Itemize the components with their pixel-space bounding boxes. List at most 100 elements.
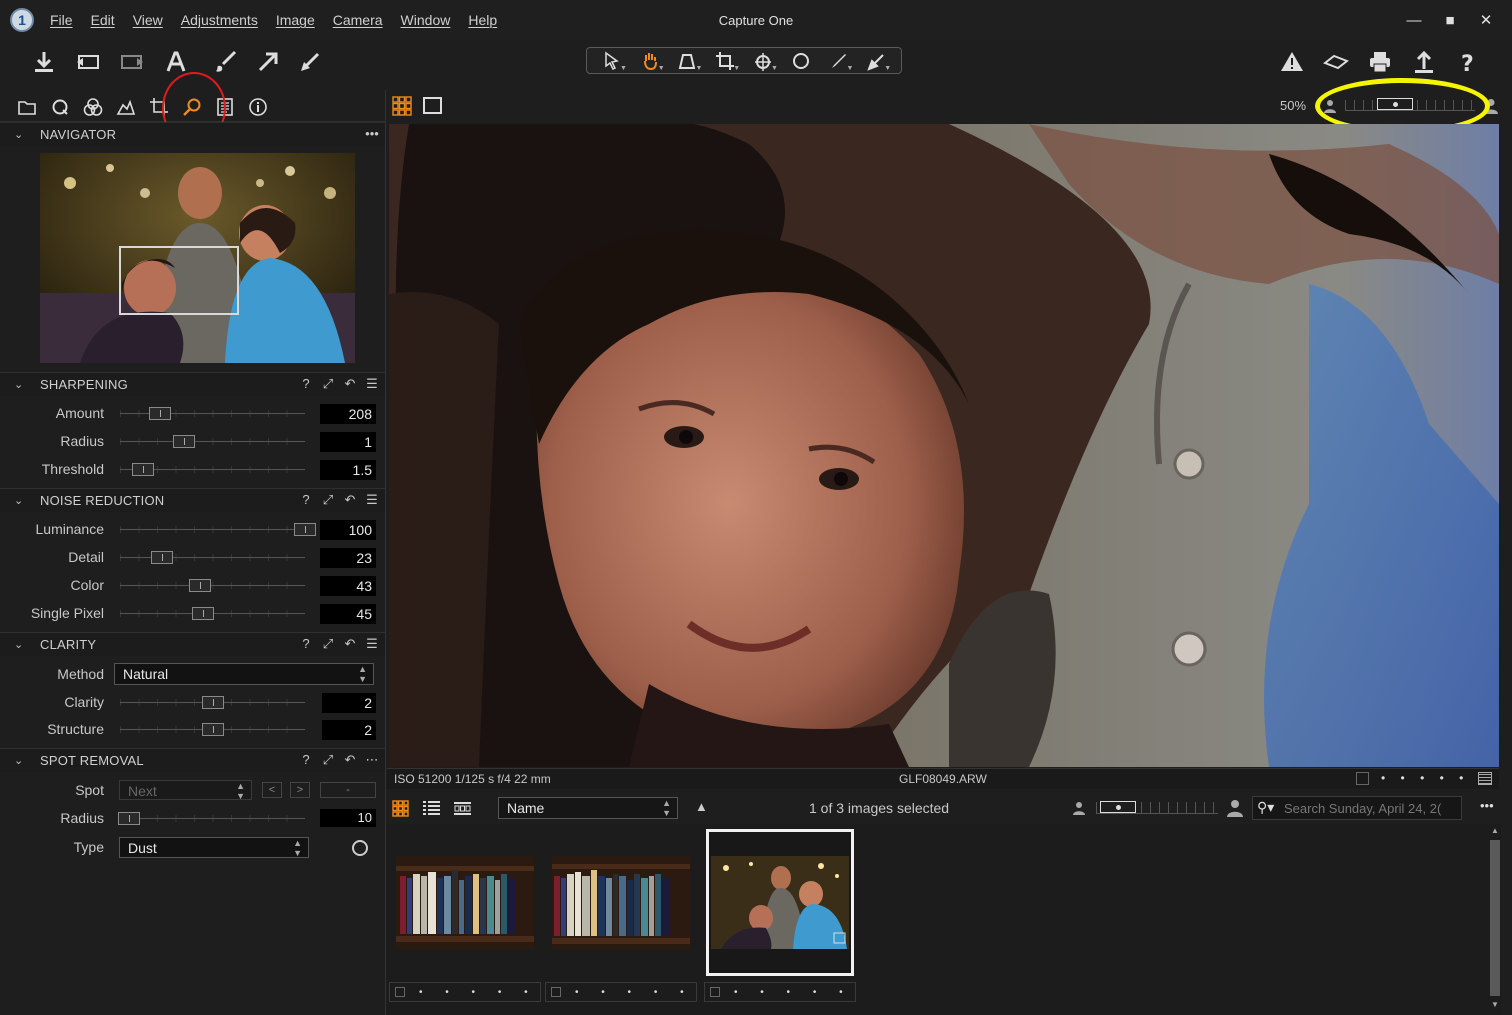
value-field[interactable]: 208 xyxy=(320,404,376,424)
sort-select[interactable]: Name ▲ ▼ xyxy=(498,797,678,819)
slider-knob[interactable] xyxy=(173,435,195,448)
slider-knob[interactable] xyxy=(132,463,154,476)
sort-direction-icon[interactable]: ▲ xyxy=(695,799,708,814)
expand-icon[interactable]: ⤢ xyxy=(321,752,335,768)
rating-dots[interactable]: • • • • • xyxy=(575,987,694,998)
thumbnail-checkbox[interactable] xyxy=(551,987,561,997)
slider-track[interactable] xyxy=(120,818,305,819)
reset-icon[interactable]: ↶ xyxy=(343,636,357,652)
menu-camera[interactable]: Camera xyxy=(333,12,383,28)
slider-track[interactable] xyxy=(120,585,305,586)
rating-dots[interactable]: • • • • • xyxy=(734,987,853,998)
slider-track[interactable] xyxy=(120,557,305,558)
slider-knob[interactable] xyxy=(149,407,171,420)
hand-pan-icon[interactable]: ▼ xyxy=(636,50,665,72)
image-viewer[interactable] xyxy=(389,124,1499,767)
slider-track[interactable] xyxy=(120,441,305,442)
spot-select[interactable]: Next ▲ ▼ xyxy=(119,780,252,801)
process-icon[interactable] xyxy=(116,46,148,78)
color-tag-checkbox[interactable] xyxy=(1356,772,1369,785)
warning-icon[interactable] xyxy=(1276,46,1308,78)
reset-icon[interactable]: ↶ xyxy=(343,376,357,392)
details-icon[interactable] xyxy=(180,95,204,125)
navigator-header[interactable]: ⌄ NAVIGATOR ••• xyxy=(0,122,385,146)
menu-icon[interactable]: ☰ xyxy=(365,376,379,392)
single-view-icon[interactable] xyxy=(423,97,442,114)
slider-knob[interactable] xyxy=(192,607,214,620)
navigator-viewport-rect[interactable] xyxy=(119,246,239,315)
clarity-header[interactable]: ⌄ CLARITY ? ⤢ ↶ ☰ xyxy=(0,632,385,656)
spot-extra-field[interactable]: - xyxy=(320,782,376,798)
info-icon[interactable] xyxy=(246,95,270,119)
zoom-slider-knob[interactable] xyxy=(1377,98,1413,110)
slider-knob[interactable] xyxy=(151,551,173,564)
value-field[interactable]: 10 xyxy=(320,809,376,827)
reset-icon[interactable]: ↶ xyxy=(343,752,357,768)
value-field[interactable]: 100 xyxy=(320,520,376,540)
search-field[interactable]: ⚲▾ Search Sunday, April 24, 2( xyxy=(1252,796,1462,820)
text-icon[interactable] xyxy=(160,46,192,78)
previous-spot-button[interactable]: < xyxy=(262,782,282,798)
slider-track[interactable] xyxy=(120,529,305,530)
slider-knob[interactable] xyxy=(118,812,140,825)
menu-icon[interactable]: ☰ xyxy=(365,492,379,508)
close-button[interactable]: ✕ xyxy=(1468,10,1504,32)
menu-view[interactable]: View xyxy=(133,12,163,28)
value-field[interactable]: 1.5 xyxy=(320,460,376,480)
spot-circle-icon[interactable] xyxy=(352,840,368,856)
slider-track[interactable] xyxy=(120,413,305,414)
next-spot-button[interactable]: > xyxy=(290,782,310,798)
print-icon[interactable] xyxy=(1364,46,1396,78)
navigator-thumbnail[interactable] xyxy=(40,153,355,363)
scroll-up-icon[interactable]: ▲ xyxy=(1491,826,1499,835)
expand-icon[interactable]: ⤢ xyxy=(321,636,335,652)
browser-more-icon[interactable]: ••• xyxy=(1480,798,1494,813)
thumb-size-slider[interactable] xyxy=(1096,801,1218,814)
thumbnail-checkbox[interactable] xyxy=(395,987,405,997)
minimize-button[interactable]: — xyxy=(1396,10,1432,32)
thumb-size-small-icon[interactable] xyxy=(1073,801,1085,815)
type-select[interactable]: Dust ▲ ▼ xyxy=(119,837,309,858)
question-icon[interactable]: ? xyxy=(299,636,313,652)
thumb-size-large-icon[interactable] xyxy=(1227,799,1243,817)
color-icon[interactable] xyxy=(81,95,105,119)
reset-icon[interactable]: ↶ xyxy=(343,492,357,508)
crop-icon[interactable]: ▼ xyxy=(711,50,740,72)
more-icon[interactable]: ⋯ xyxy=(365,752,379,768)
ruler-icon[interactable] xyxy=(294,46,326,78)
color-picker-icon[interactable]: ▼ xyxy=(824,50,853,72)
grid-view-icon[interactable] xyxy=(392,96,412,116)
keystone-icon[interactable]: ▼ xyxy=(673,50,702,72)
scroll-down-icon[interactable]: ▼ xyxy=(1491,1000,1499,1009)
value-field[interactable]: 1 xyxy=(320,432,376,452)
value-field[interactable]: 45 xyxy=(320,604,376,624)
browser-scrollbar[interactable]: ▲ ▼ xyxy=(1489,824,1501,1015)
import-icon[interactable] xyxy=(28,46,60,78)
thumbnail-1[interactable]: • • • • • xyxy=(389,828,541,1002)
slider-knob[interactable] xyxy=(189,579,211,592)
spot-removal-header[interactable]: ⌄ SPOT REMOVAL ? ⤢ ↶ ⋯ xyxy=(0,748,385,772)
exposure-icon[interactable] xyxy=(114,95,138,119)
menu-file[interactable]: File xyxy=(50,12,73,28)
rating-dots[interactable]: • • • • • xyxy=(1381,771,1469,785)
brush-icon[interactable] xyxy=(210,46,242,78)
value-field[interactable]: 23 xyxy=(320,548,376,568)
value-field[interactable]: 2 xyxy=(322,693,376,713)
arrow-icon[interactable] xyxy=(252,46,284,78)
thumbnail-checkbox[interactable] xyxy=(710,987,720,997)
capture-icon[interactable] xyxy=(72,46,104,78)
sharpening-header[interactable]: ⌄ SHARPENING ? ⤢ ↶ ☰ xyxy=(0,372,385,396)
menu-help[interactable]: Help xyxy=(468,12,497,28)
maximize-button[interactable]: ■ xyxy=(1432,10,1468,32)
question-icon[interactable]: ? xyxy=(299,752,313,768)
slider-knob[interactable] xyxy=(294,523,316,536)
lens-icon[interactable] xyxy=(147,95,171,119)
method-select[interactable]: Natural ▲ ▼ xyxy=(114,663,374,685)
expand-icon[interactable]: ⤢ xyxy=(321,376,335,392)
library-icon[interactable] xyxy=(15,95,39,119)
slider-knob[interactable] xyxy=(202,696,224,709)
rating-dots[interactable]: • • • • • xyxy=(419,987,538,998)
browser-grid-icon[interactable] xyxy=(392,800,409,817)
browser-list-icon[interactable] xyxy=(423,800,440,817)
circle-icon[interactable] xyxy=(787,50,815,72)
